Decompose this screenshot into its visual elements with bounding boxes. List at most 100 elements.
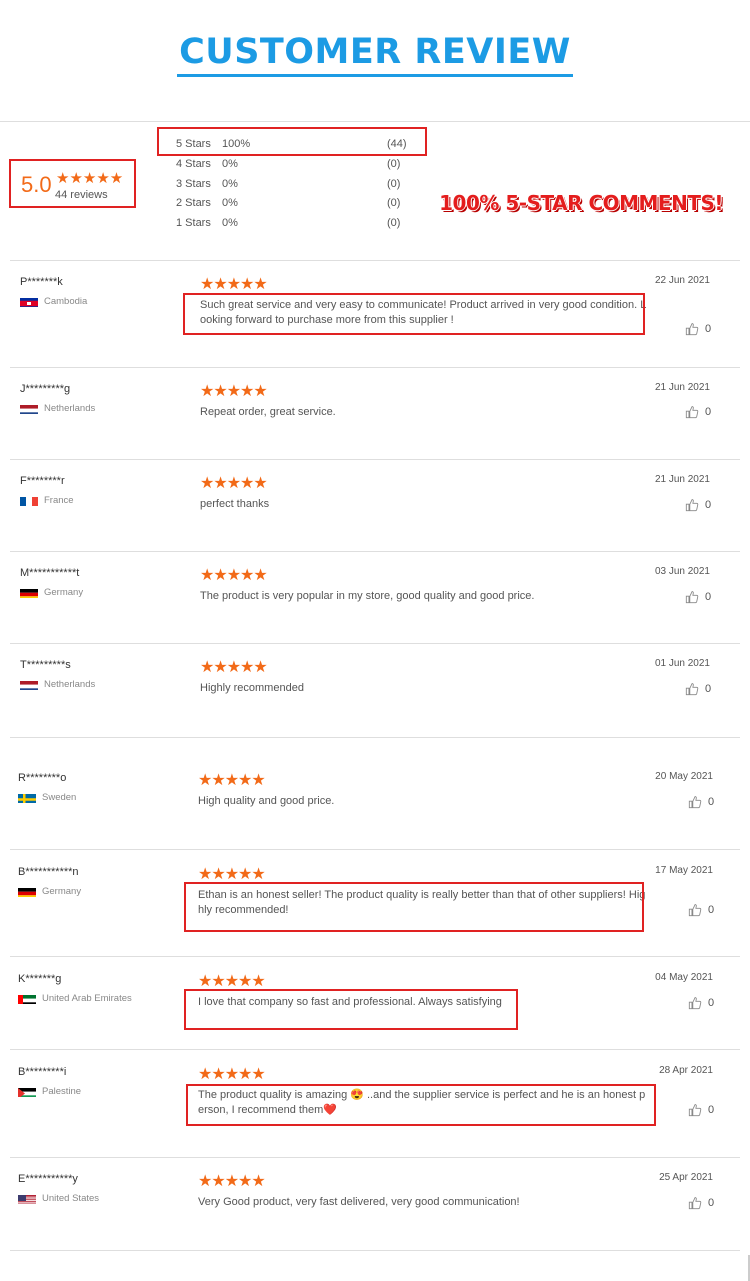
thumbs-up-icon bbox=[688, 1103, 702, 1117]
germany-flag-icon bbox=[20, 587, 38, 598]
review-stars: ★★★★★ bbox=[200, 383, 268, 400]
rating-row-count: (0) bbox=[387, 158, 401, 170]
reviewer-country: Germany bbox=[44, 587, 84, 598]
review-stars: ★★★★★ bbox=[198, 772, 266, 789]
reviewer-name: K*******g bbox=[18, 973, 62, 985]
thumbs-up-icon bbox=[685, 590, 699, 604]
thumbs-up-icon bbox=[685, 405, 699, 419]
highlight-box bbox=[184, 882, 644, 932]
review-date: 21 Jun 2021 bbox=[654, 382, 710, 393]
reviewer-name: R********o bbox=[18, 772, 67, 784]
reviewer-name: E***********y bbox=[18, 1173, 78, 1185]
highlight-box bbox=[186, 1084, 656, 1126]
review-date: 20 May 2021 bbox=[655, 771, 713, 782]
review-count: 44 reviews bbox=[55, 189, 108, 201]
rating-row-label: 4 Stars bbox=[176, 158, 211, 170]
like-button[interactable]: 0 bbox=[688, 1103, 714, 1117]
review-stars: ★★★★★ bbox=[200, 659, 268, 676]
like-button[interactable]: 0 bbox=[688, 795, 714, 809]
divider bbox=[10, 849, 740, 850]
average-score: 5.0 bbox=[21, 172, 52, 197]
review-text: Very Good product, very fast delivered, … bbox=[198, 1196, 520, 1208]
like-count: 0 bbox=[705, 682, 712, 695]
reviewer-country: Palestine bbox=[42, 1086, 82, 1097]
review-stars: ★★★★★ bbox=[198, 1173, 266, 1190]
divider bbox=[10, 1250, 740, 1251]
reviewer-name: M***********t bbox=[20, 567, 80, 579]
review-stars: ★★★★★ bbox=[200, 276, 268, 293]
rating-row-percent: 0% bbox=[222, 217, 238, 229]
rating-row-count: (0) bbox=[387, 178, 401, 190]
rating-row-3[interactable]: 3 Stars 0% (0) bbox=[176, 178, 436, 194]
like-count: 0 bbox=[705, 322, 712, 335]
highlight-box bbox=[183, 293, 645, 335]
like-button[interactable]: 0 bbox=[685, 682, 711, 696]
reviewer-name: F********r bbox=[20, 475, 65, 487]
thumbs-up-icon bbox=[688, 1196, 702, 1210]
cambodia-flag-icon bbox=[20, 296, 38, 307]
like-button[interactable]: 0 bbox=[688, 996, 714, 1010]
reviewer-country: France bbox=[44, 495, 74, 506]
like-count: 0 bbox=[708, 1103, 715, 1116]
reviewer-country: Netherlands bbox=[44, 403, 96, 414]
reviewer-country: Netherlands bbox=[44, 679, 96, 690]
like-button[interactable]: 0 bbox=[688, 1196, 714, 1210]
rating-row-1[interactable]: 1 Stars 0% (0) bbox=[176, 217, 436, 233]
like-count: 0 bbox=[705, 498, 712, 511]
reviewer-country: Germany bbox=[42, 886, 82, 897]
like-count: 0 bbox=[705, 590, 712, 603]
review-stars: ★★★★★ bbox=[198, 973, 266, 990]
like-count: 0 bbox=[705, 405, 712, 418]
page-title: CUSTOMER REVIEW bbox=[0, 30, 750, 77]
reviewer-country: United States bbox=[42, 1193, 100, 1204]
divider bbox=[10, 551, 740, 552]
reviewer-country: Cambodia bbox=[44, 296, 88, 307]
review-text: The product is very popular in my store,… bbox=[200, 590, 535, 602]
average-stars: ★★★★★ bbox=[56, 170, 124, 187]
review-text: Repeat order, great service. bbox=[200, 406, 336, 418]
reviewer-name: B*********i bbox=[18, 1066, 67, 1078]
rating-summary: 5.0 ★★★★★ 44 reviews bbox=[9, 159, 136, 208]
rating-row-percent: 0% bbox=[222, 197, 238, 209]
highlight-box bbox=[157, 127, 427, 156]
like-button[interactable]: 0 bbox=[685, 590, 711, 604]
review-stars: ★★★★★ bbox=[198, 1066, 266, 1083]
like-count: 0 bbox=[708, 795, 715, 808]
reviewer-name: T*********s bbox=[20, 659, 71, 671]
uae-flag-icon bbox=[18, 993, 36, 1004]
rating-row-2[interactable]: 2 Stars 0% (0) bbox=[176, 197, 436, 213]
germany-flag-icon bbox=[18, 886, 36, 897]
review-text: High quality and good price. bbox=[198, 795, 335, 807]
like-button[interactable]: 0 bbox=[685, 322, 711, 336]
sweden-flag-icon bbox=[18, 792, 36, 803]
thumbs-up-icon bbox=[685, 498, 699, 512]
five-star-banner: 100% 5-STAR COMMENTS! bbox=[439, 191, 723, 215]
review-date: 28 Apr 2021 bbox=[659, 1065, 713, 1076]
thumbs-up-icon bbox=[688, 996, 702, 1010]
page-title-text: CUSTOMER REVIEW bbox=[177, 30, 573, 77]
like-button[interactable]: 0 bbox=[688, 903, 714, 917]
like-count: 0 bbox=[708, 903, 715, 916]
rating-row-4[interactable]: 4 Stars 0% (0) bbox=[176, 158, 436, 174]
divider bbox=[10, 737, 740, 738]
france-flag-icon bbox=[20, 495, 38, 506]
review-text: Highly recommended bbox=[200, 682, 304, 694]
usa-flag-icon bbox=[18, 1193, 36, 1204]
divider bbox=[0, 121, 750, 122]
thumbs-up-icon bbox=[685, 322, 699, 336]
netherlands-flag-icon bbox=[20, 679, 38, 690]
rating-row-percent: 0% bbox=[222, 158, 238, 170]
like-button[interactable]: 0 bbox=[685, 405, 711, 419]
divider bbox=[10, 1157, 740, 1158]
reviewer-name: P*******k bbox=[20, 276, 63, 288]
rating-row-percent: 0% bbox=[222, 178, 238, 190]
like-count: 0 bbox=[708, 996, 715, 1009]
review-date: 01 Jun 2021 bbox=[654, 658, 710, 669]
like-button[interactable]: 0 bbox=[685, 498, 711, 512]
palestine-flag-icon bbox=[18, 1086, 36, 1097]
rating-row-label: 2 Stars bbox=[176, 197, 211, 209]
rating-row-label: 1 Stars bbox=[176, 217, 211, 229]
reviewer-country: Sweden bbox=[42, 792, 77, 803]
review-date: 04 May 2021 bbox=[655, 972, 713, 983]
review-date: 03 Jun 2021 bbox=[654, 566, 710, 577]
